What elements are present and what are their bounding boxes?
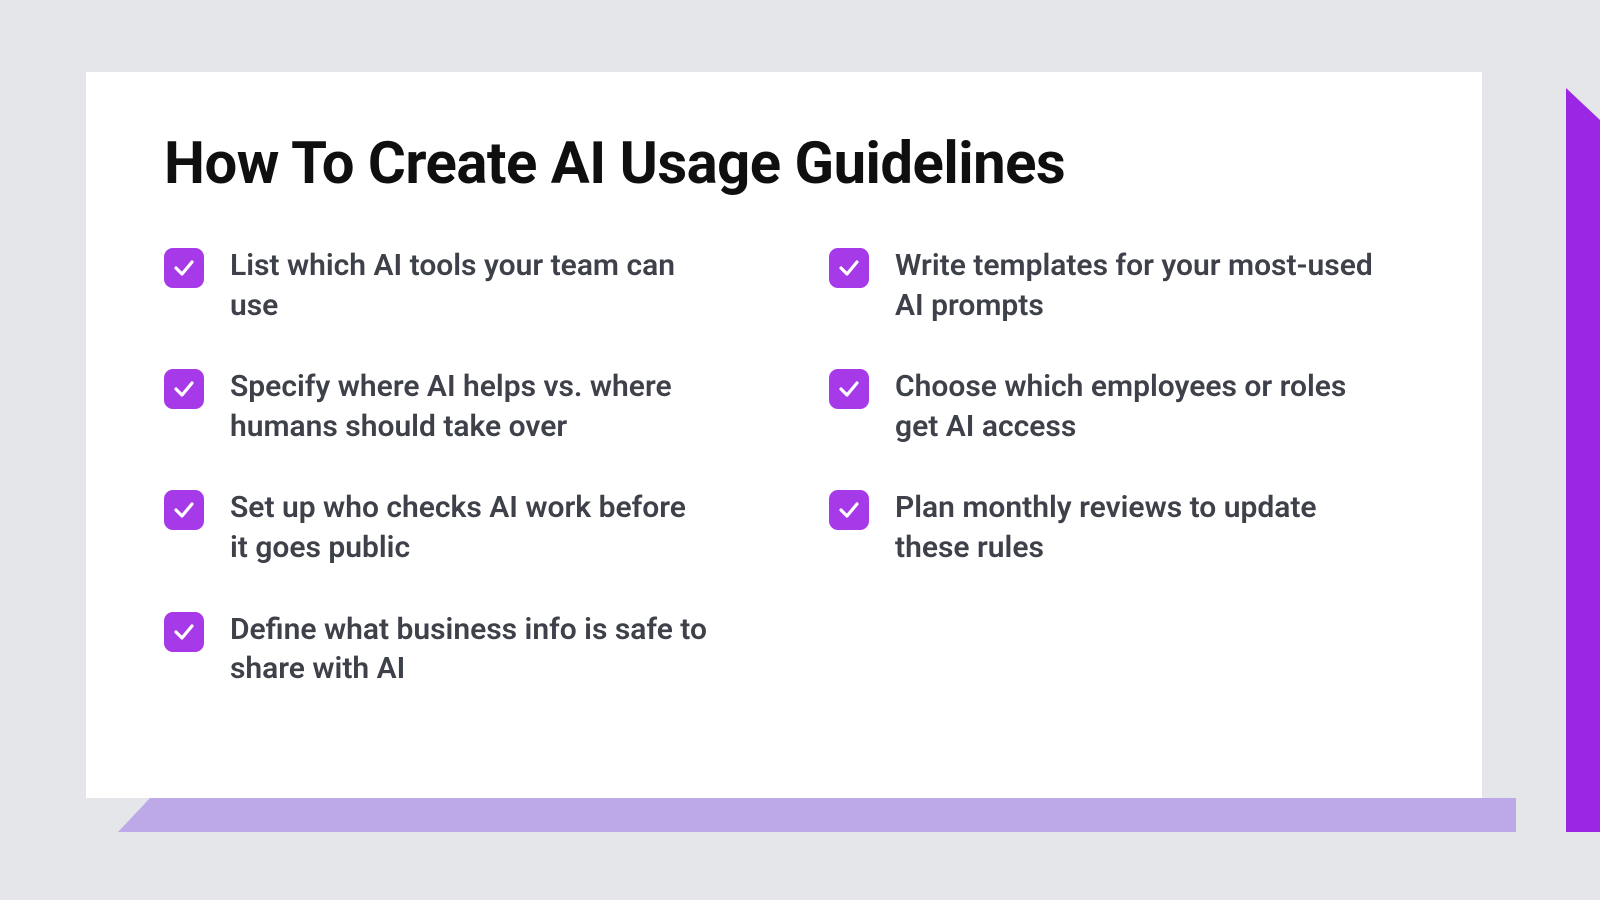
checklist-item-text: Define what business info is safe to sha… — [230, 610, 710, 689]
checkmark-icon — [164, 490, 204, 530]
checklist-column-right: Write templates for your most-used AI pr… — [829, 246, 1404, 689]
checklist-column-left: List which AI tools your team can use Sp… — [164, 246, 739, 689]
checkmark-icon — [829, 248, 869, 288]
checklist-item: Plan monthly reviews to update these rul… — [829, 488, 1404, 567]
checklist-columns: List which AI tools your team can use Sp… — [164, 246, 1404, 689]
card-accent-bottom — [118, 798, 1516, 832]
guidelines-card: How To Create AI Usage Guidelines List w… — [86, 72, 1482, 798]
card-accent-right — [1566, 88, 1600, 832]
checkmark-icon — [164, 248, 204, 288]
checklist-item: Choose which employees or roles get AI a… — [829, 367, 1404, 446]
checklist-item: List which AI tools your team can use — [164, 246, 739, 325]
checklist-item-text: List which AI tools your team can use — [230, 246, 710, 325]
checklist-item-text: Specify where AI helps vs. where humans … — [230, 367, 710, 446]
checklist-item-text: Write templates for your most-used AI pr… — [895, 246, 1375, 325]
checklist-item-text: Choose which employees or roles get AI a… — [895, 367, 1375, 446]
checkmark-icon — [829, 490, 869, 530]
checklist-item: Set up who checks AI work before it goes… — [164, 488, 739, 567]
checklist-item-text: Set up who checks AI work before it goes… — [230, 488, 710, 567]
checkmark-icon — [164, 369, 204, 409]
checklist-item: Write templates for your most-used AI pr… — [829, 246, 1404, 325]
checkmark-icon — [164, 612, 204, 652]
page-title: How To Create AI Usage Guidelines — [164, 130, 1404, 198]
checklist-item: Specify where AI helps vs. where humans … — [164, 367, 739, 446]
checklist-item: Define what business info is safe to sha… — [164, 610, 739, 689]
checklist-item-text: Plan monthly reviews to update these rul… — [895, 488, 1375, 567]
checkmark-icon — [829, 369, 869, 409]
